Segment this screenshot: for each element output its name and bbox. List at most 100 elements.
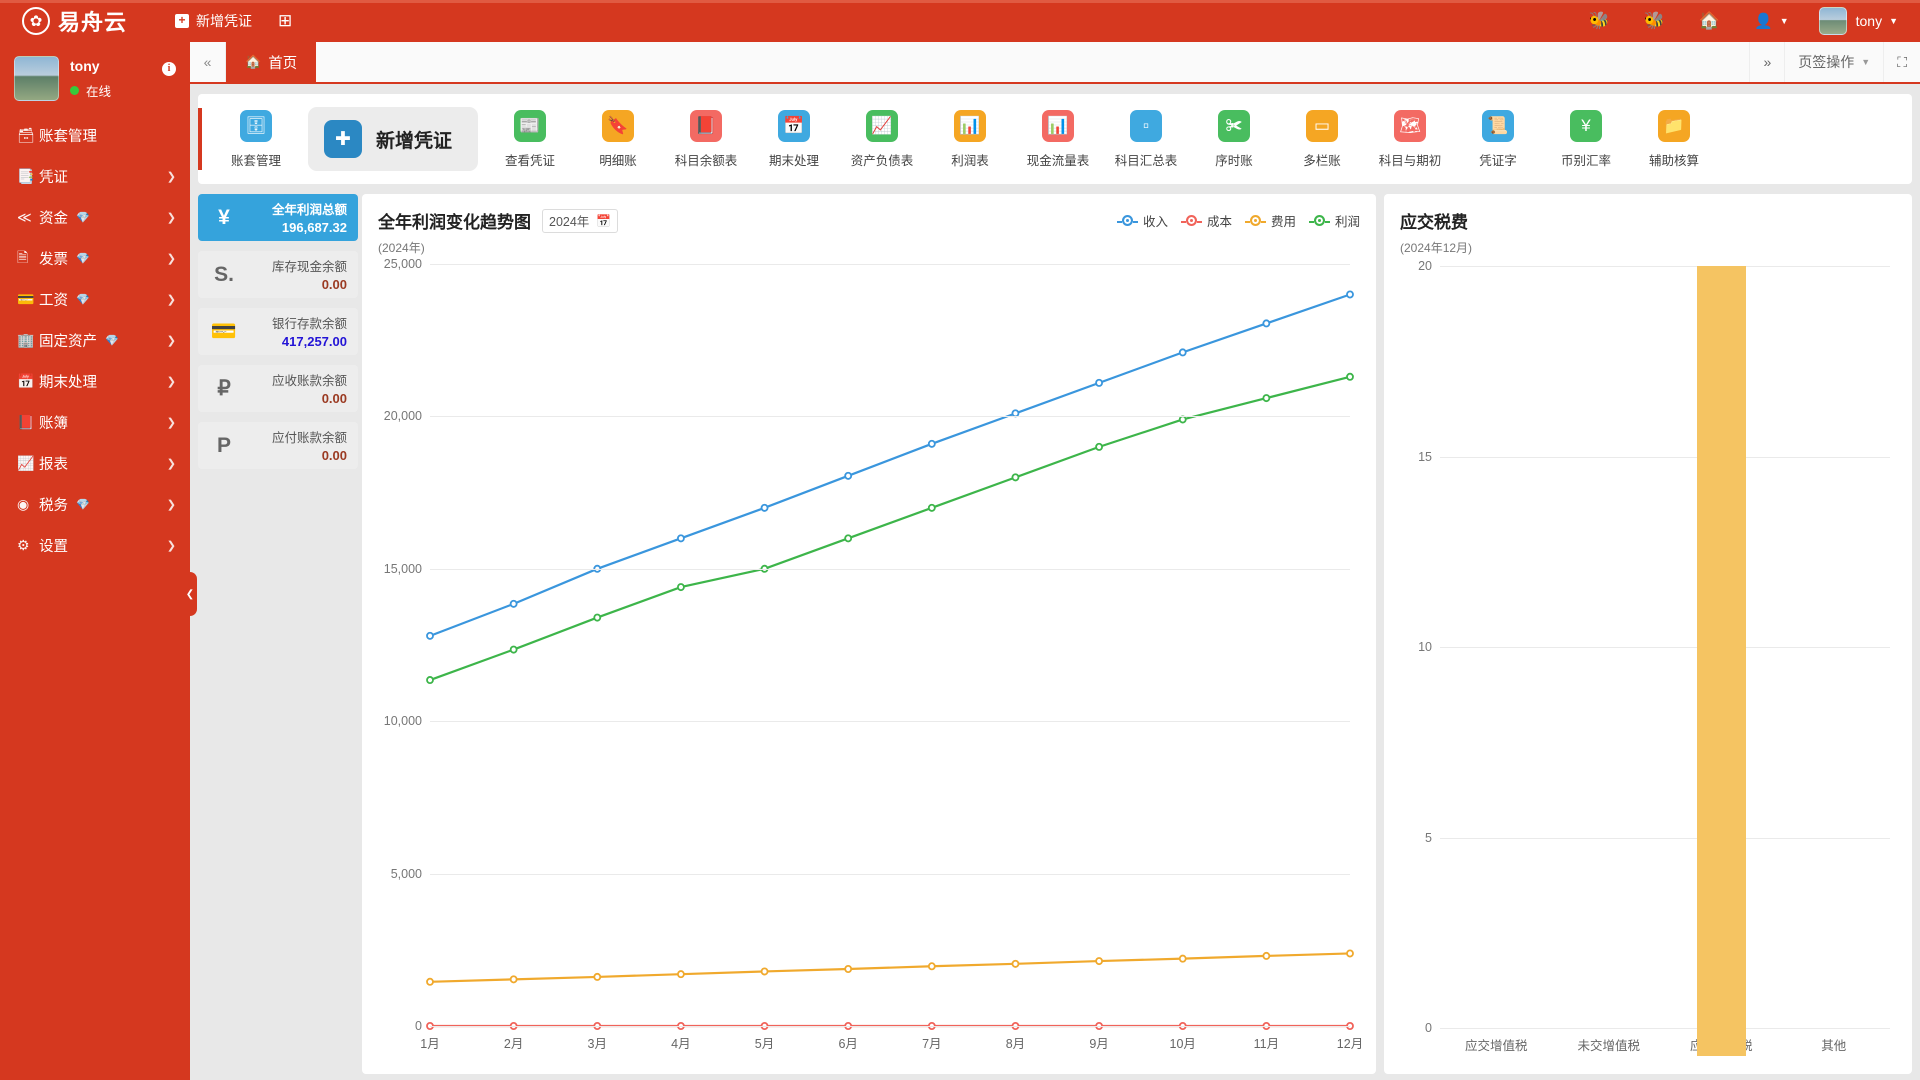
logo[interactable]: ✿ 易舟云 <box>22 5 127 37</box>
sidebar-item-0[interactable]: 🗃 账套管理 <box>0 115 190 156</box>
page-title: 全年利润变化趋势图 <box>378 213 531 232</box>
bug-icon[interactable]: 🐝 <box>1588 11 1609 31</box>
stat-card-3[interactable]: ₽ 应收账款余额 0.00 <box>198 365 358 412</box>
quick-action-5[interactable]: 📅 期末处理 <box>750 109 838 169</box>
home-icon: 🏠 <box>245 54 262 69</box>
legend-item-1[interactable]: 成本 <box>1180 211 1232 230</box>
sidebar-profile[interactable]: tony 在线 i <box>0 42 190 115</box>
data-point <box>929 963 935 969</box>
stat-card-2[interactable]: 💳 银行存款余额 417,257.00 <box>198 308 358 355</box>
gridline <box>430 264 1350 265</box>
gridline <box>1440 456 1890 458</box>
x-axis-tick-label: 11月 <box>1253 1037 1280 1051</box>
x-axis-tick-label: 7月 <box>922 1037 942 1051</box>
status-label: 在线 <box>86 84 112 99</box>
sidebar-item-9[interactable]: ◉ 税务 💎 ❯ <box>0 484 190 525</box>
legend-item-0[interactable]: 收入 <box>1116 211 1168 230</box>
data-point <box>1263 320 1269 326</box>
quick-action-4[interactable]: 📕 科目余额表 <box>662 109 750 169</box>
stat-card-0[interactable]: ¥ 全年利润总额 196,687.32 <box>198 194 358 241</box>
grid-icon[interactable]: ⊞ <box>278 11 292 31</box>
bar-2[interactable] <box>1696 266 1746 1056</box>
quick-action-label: 币别汇率 <box>1561 153 1612 168</box>
chevron-right-icon: ❯ <box>166 253 176 265</box>
quick-action-3[interactable]: 🔖 明细账 <box>574 109 662 169</box>
chevron-down-icon[interactable]: ▼ <box>1889 16 1898 26</box>
tab-scroll-left-button[interactable]: « <box>190 42 226 82</box>
chart-subtitle: (2024年) <box>378 241 425 255</box>
home-icon[interactable]: 🏠 <box>1699 11 1720 31</box>
quick-action-1[interactable]: ✚ 新增凭证 <box>308 107 479 171</box>
quick-action-11[interactable]: ▭ 多栏账 <box>1278 109 1366 169</box>
header-user-name[interactable]: tony <box>1856 13 1882 29</box>
sidebar-item-6[interactable]: 📅 期末处理 ❯ <box>0 361 190 402</box>
user-switch-icon[interactable]: 👤 <box>1754 12 1773 30</box>
chevron-down-icon: ▼ <box>1861 57 1871 67</box>
y-axis-tick-label: 20,000 <box>383 409 422 424</box>
tab-home[interactable]: 🏠 首页 <box>226 42 317 82</box>
sidebar-nav: 🗃 账套管理 📑 凭证 ❯ ≪ 资金 💎 ❯ 🗎 发票 💎 ❯ 💳 工资 💎 ❯ 🏢 固定资产 💎 ❯ 📅 期末处理 ❯ 📕 账簿… <box>0 115 190 566</box>
sidebar-item-3[interactable]: 🗎 发票 💎 ❯ <box>0 238 190 279</box>
quick-action-14[interactable]: ¥ 币别汇率 <box>1542 109 1630 169</box>
data-point <box>594 614 600 620</box>
sidebar-item-10[interactable]: ⚙ 设置 ❯ <box>0 525 190 566</box>
yen-icon: ¥ <box>218 205 230 229</box>
chevron-down-icon[interactable]: ▼ <box>1780 16 1789 26</box>
voucher-icon: 📑 <box>17 168 35 184</box>
tab-label: 首页 <box>268 55 298 72</box>
sidebar-item-7[interactable]: 📕 账簿 ❯ <box>0 402 190 443</box>
quick-action-0[interactable]: 🗄 账套管理 <box>212 109 300 169</box>
sidebar-item-4[interactable]: 💳 工资 💎 ❯ <box>0 279 190 320</box>
sidebar-item-label: 工资 <box>39 293 68 309</box>
gridline <box>430 721 1350 723</box>
bug-icon[interactable]: 🐝 <box>1644 11 1665 31</box>
fullscreen-icon[interactable]: ⛶ <box>1883 42 1920 82</box>
series-line-3 <box>430 377 1350 680</box>
sidebar-item-1[interactable]: 📑 凭证 ❯ <box>0 156 190 197</box>
sidebar-item-label: 固定资产 <box>39 334 97 350</box>
sidebar-item-2[interactable]: ≪ 资金 💎 ❯ <box>0 197 190 238</box>
quick-action-12[interactable]: 🗺 科目与期初 <box>1366 109 1454 169</box>
stat-card-1[interactable]: S. 库存现金余额 0.00 <box>198 251 358 298</box>
quick-action-10[interactable]: ✀ 序时账 <box>1190 109 1278 169</box>
x-axis-tick-label: 12月 <box>1336 1037 1364 1051</box>
data-point <box>427 633 433 639</box>
sidebar-item-5[interactable]: 🏢 固定资产 💎 ❯ <box>0 320 190 361</box>
new-voucher-button[interactable]: + 新增凭证 <box>175 11 252 31</box>
avatar[interactable] <box>1818 7 1847 35</box>
tab-ops-label: 页签操作 <box>1798 54 1855 70</box>
quick-action-toolbar: 🗄 账套管理 ✚ 新增凭证 📰 查看凭证 🔖 明细账 📕 科目余额表 📅 期末处理 📈 资产负债表 📊 利润表… <box>198 94 1912 184</box>
tab-scroll-right-button[interactable]: » <box>1749 42 1784 82</box>
tab-ops-dropdown[interactable]: 页签操作 ▼ <box>1784 42 1883 82</box>
info-icon[interactable]: i <box>162 62 176 76</box>
year-picker[interactable]: 2024年 📅 <box>542 208 619 233</box>
y-axis-tick-label: 0 <box>415 1019 422 1034</box>
quick-action-6[interactable]: 📈 资产负债表 <box>838 109 926 169</box>
quick-action-9[interactable]: ▫ 科目汇总表 <box>1102 109 1190 169</box>
ruble-icon: ₽ <box>217 377 231 400</box>
data-point <box>1096 958 1102 964</box>
dashboard-panels: ¥ 全年利润总额 196,687.32 S. 库存现金余额 0.00 💳 银行存款余额 417,… <box>198 194 1912 1074</box>
gridline <box>1440 1028 1890 1030</box>
sidebar-item-8[interactable]: 📈 报表 ❯ <box>0 443 190 484</box>
stat-card-4[interactable]: P 应付账款余额 0.00 <box>198 422 358 469</box>
x-axis-tick-label: 未交增值税 <box>1577 1039 1641 1053</box>
data-point <box>678 971 684 977</box>
data-point <box>511 646 517 652</box>
calendar-blue-icon: 📅 <box>778 109 811 142</box>
legend-item-3[interactable]: 利润 <box>1308 211 1360 230</box>
quick-action-13[interactable]: 📜 凭证字 <box>1454 109 1542 169</box>
data-point <box>845 966 851 972</box>
stat-label: 全年利润总额 <box>271 202 347 217</box>
y-axis-tick-label: 0 <box>1425 1021 1432 1036</box>
x-axis-tick-label: 9月 <box>1089 1037 1109 1051</box>
bank-card-icon: 💳 <box>210 319 238 343</box>
quick-action-7[interactable]: 📊 利润表 <box>926 109 1014 169</box>
legend-item-2[interactable]: 费用 <box>1244 211 1296 230</box>
sidebar-collapse-handle[interactable]: ❮ <box>183 572 197 616</box>
quick-action-8[interactable]: 📊 现金流量表 <box>1014 109 1102 169</box>
gem-icon: 💎 <box>76 294 90 306</box>
gridline <box>430 416 1350 418</box>
quick-action-2[interactable]: 📰 查看凭证 <box>486 109 574 169</box>
quick-action-15[interactable]: 📁 辅助核算 <box>1630 109 1718 169</box>
